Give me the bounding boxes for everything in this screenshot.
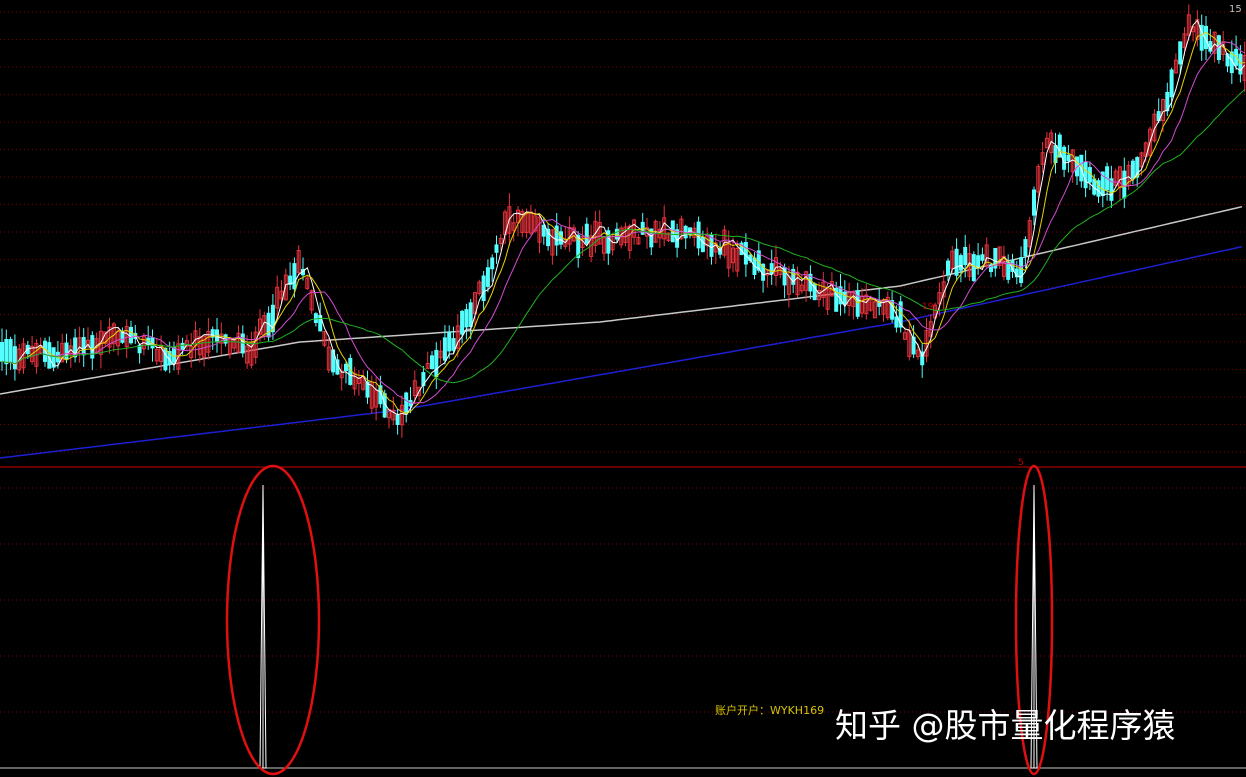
candle-body [464, 309, 469, 328]
account-label: 账户开户：WYKH169 [715, 703, 824, 717]
candle-body [1023, 239, 1028, 257]
candle-body [1169, 69, 1174, 98]
candle-body [395, 414, 400, 425]
candle-body [1032, 189, 1036, 216]
candle-body [494, 244, 499, 253]
candle-body [1122, 170, 1127, 199]
candle-body [460, 310, 465, 335]
candle-body [485, 267, 490, 287]
candle-body [1019, 257, 1024, 283]
candle-body [559, 231, 563, 245]
candle-body [584, 223, 589, 244]
candle-body [946, 260, 950, 276]
candle-body [0, 341, 4, 362]
indicator-top-label: 5 [1018, 458, 1024, 468]
candle-body [172, 347, 176, 363]
candle-body [976, 255, 981, 269]
candle-body [81, 337, 86, 356]
chart-background [0, 0, 1246, 777]
price-axis-label: 15 [1229, 4, 1242, 15]
candle-body [700, 236, 705, 253]
candle-body [404, 392, 409, 415]
candle-body [163, 347, 168, 371]
candle-body [434, 349, 439, 378]
candle-body [1083, 161, 1088, 189]
candle-body [842, 291, 847, 305]
candle-body [442, 337, 447, 361]
low-marker-label: 19 [922, 302, 934, 312]
candle-body [180, 342, 185, 350]
candle-body [8, 339, 13, 363]
candle-body [958, 255, 963, 271]
candle-body [971, 254, 976, 282]
candle-body [894, 316, 899, 328]
candle-body [554, 225, 559, 246]
candle-body [292, 263, 297, 290]
candle-body [614, 228, 619, 240]
candle-body [129, 326, 133, 344]
stock-chart: 15 19 5 账户开户：WYKH169 知乎 @股市量化程序猿 [0, 0, 1246, 777]
candle-body [954, 248, 959, 276]
watermark: 知乎 @股市量化程序猿 [835, 706, 1176, 745]
candle-body [490, 257, 495, 270]
candle-body [980, 254, 985, 261]
candle-body [1006, 262, 1011, 280]
candle-body [4, 338, 9, 365]
candle-body [447, 331, 452, 352]
candle-body [120, 331, 125, 343]
candle-body [313, 313, 318, 324]
candle-body [481, 275, 486, 302]
candle-body [743, 242, 748, 265]
candle-body [344, 363, 348, 372]
candle-body [1062, 146, 1067, 170]
candle-body [1096, 180, 1101, 197]
candle-body [12, 346, 17, 370]
candle-body [451, 338, 456, 351]
candle-body [1178, 41, 1183, 65]
candle-body [430, 355, 434, 370]
candle-body [468, 302, 473, 328]
candle-body [1066, 154, 1071, 162]
candle-body [963, 246, 968, 266]
candle-body [541, 224, 546, 237]
candle-body [1130, 160, 1135, 179]
